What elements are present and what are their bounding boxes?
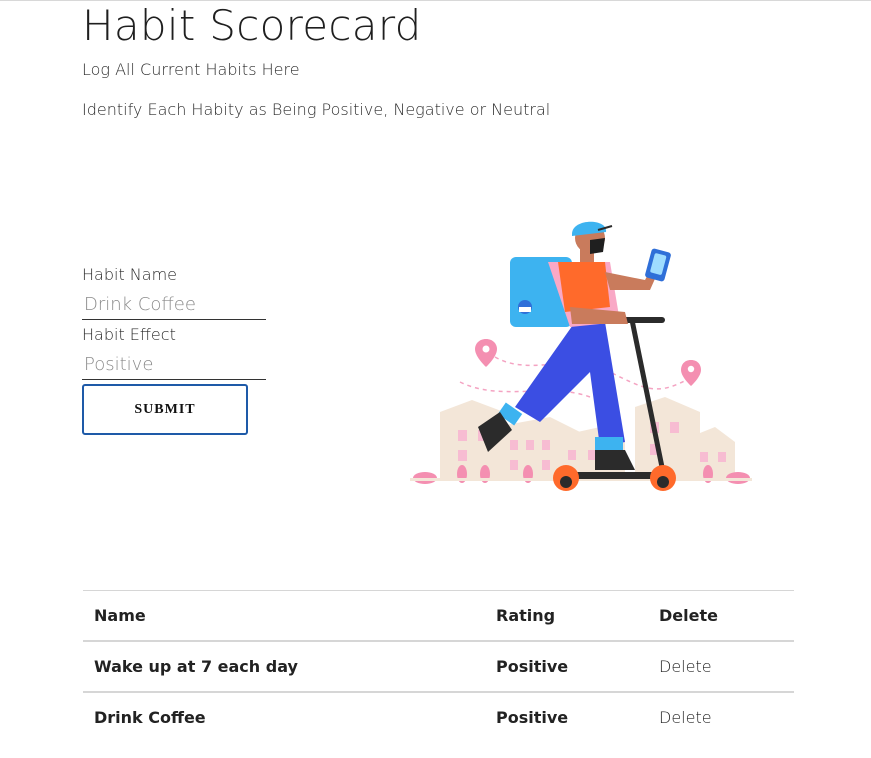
table-header-row: Name Rating Delete [83, 590, 794, 642]
column-header-rating: Rating [485, 590, 648, 642]
scooter-courier-illustration [400, 212, 760, 497]
subtitle-identify-habits: Identify Each Habity as Being Positive, … [82, 100, 551, 119]
subtitle-log-habits: Log All Current Habits Here [82, 60, 300, 79]
habit-form: Habit Name Habit Effect SUBMIT [82, 264, 282, 435]
habit-name-cell: Drink Coffee [83, 691, 485, 742]
page: Habit Scorecard Log All Current Habits H… [0, 0, 871, 758]
habits-table: Name Rating Delete Wake up at 7 each day… [83, 590, 794, 742]
location-pin-icon [475, 339, 497, 367]
habit-name-cell: Wake up at 7 each day [94, 657, 298, 676]
page-title: Habit Scorecard [82, 1, 422, 50]
habit-rating-cell: Positive [496, 657, 569, 676]
habit-effect-input[interactable] [82, 350, 266, 380]
habit-name-label: Habit Name [82, 265, 177, 284]
column-header-delete: Delete [648, 590, 794, 642]
delete-button[interactable]: Delete [648, 641, 794, 692]
location-pin-icon [681, 360, 701, 386]
habit-name-input[interactable] [82, 290, 266, 320]
delete-button[interactable]: Delete [648, 691, 794, 742]
table-row: Wake up at 7 each day Positive Delete [83, 641, 794, 692]
table-row: Drink Coffee Positive Delete [83, 691, 794, 742]
habit-effect-label: Habit Effect [82, 325, 176, 344]
column-header-name: Name [83, 590, 485, 642]
submit-button[interactable]: SUBMIT [82, 384, 248, 435]
buildings-icon [410, 397, 752, 484]
habit-rating-cell: Positive [485, 691, 648, 742]
